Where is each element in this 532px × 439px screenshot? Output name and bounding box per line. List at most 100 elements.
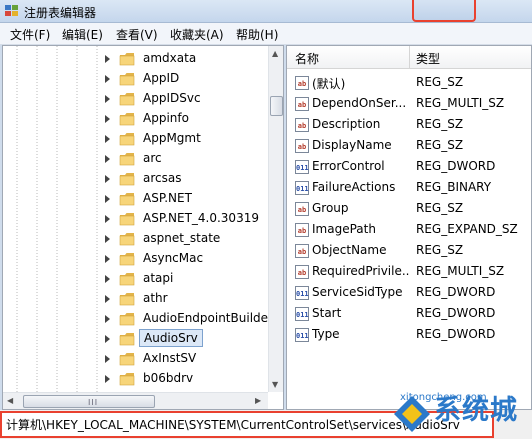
- expand-arrow-icon[interactable]: [105, 215, 110, 223]
- value-row[interactable]: ab Group REG_SZ: [287, 199, 531, 220]
- value-type: REG_SZ: [416, 201, 464, 215]
- string-value-icon: ab: [295, 76, 309, 90]
- value-name: (默认): [312, 77, 346, 91]
- tree-horizontal-scroll-thumb[interactable]: III: [23, 395, 155, 408]
- column-type-header[interactable]: 类型: [416, 50, 440, 67]
- expand-arrow-icon[interactable]: [105, 295, 110, 303]
- scroll-down-arrow-icon[interactable]: ▼: [272, 380, 278, 389]
- tree-item[interactable]: atapi: [105, 269, 275, 289]
- value-type: REG_SZ: [416, 117, 464, 131]
- window-control-button[interactable]: [412, 0, 476, 22]
- folder-icon: [119, 293, 135, 306]
- tree-item[interactable]: amdxata: [105, 49, 275, 69]
- tree-item-label: AppMgmt: [143, 131, 201, 145]
- value-name: RequiredPrivile...: [312, 264, 410, 278]
- tree-item[interactable]: arcsas: [105, 169, 275, 189]
- tree-item[interactable]: athr: [105, 289, 275, 309]
- expand-arrow-icon[interactable]: [105, 255, 110, 263]
- value-row[interactable]: ab DisplayName REG_SZ: [287, 136, 531, 157]
- tree-item[interactable]: AppIDSvc: [105, 89, 275, 109]
- value-name: ImagePath: [312, 222, 376, 236]
- value-row[interactable]: ab (默认) REG_SZ: [287, 73, 531, 94]
- value-row[interactable]: ab ImagePath REG_EXPAND_SZ: [287, 220, 531, 241]
- value-row[interactable]: ab DependOnSer... REG_MULTI_SZ: [287, 94, 531, 115]
- scroll-grip: III: [88, 398, 99, 407]
- column-name-header[interactable]: 名称: [295, 50, 319, 67]
- value-row[interactable]: 011 Type REG_DWORD: [287, 325, 531, 346]
- binary-value-icon: 011: [295, 328, 309, 342]
- expand-arrow-icon[interactable]: [105, 235, 110, 243]
- expand-arrow-icon[interactable]: [105, 175, 110, 183]
- tree-item[interactable]: aspnet_state: [105, 229, 275, 249]
- expand-arrow-icon[interactable]: [105, 115, 110, 123]
- tree-item[interactable]: AxInstSV: [105, 349, 275, 369]
- tree-item[interactable]: AsyncMac: [105, 249, 275, 269]
- menu-view[interactable]: 查看(V): [116, 26, 158, 43]
- folder-icon: [119, 213, 135, 226]
- menu-edit[interactable]: 编辑(E): [62, 26, 103, 43]
- expand-arrow-icon[interactable]: [105, 95, 110, 103]
- tree-item-label: Appinfo: [143, 111, 189, 125]
- tree-item-label: arcsas: [143, 171, 182, 185]
- tree-horizontal-scrollbar[interactable]: ◀ III ▶: [3, 392, 268, 409]
- tree-item[interactable]: AppID: [105, 69, 275, 89]
- value-row[interactable]: ab ObjectName REG_SZ: [287, 241, 531, 262]
- expand-arrow-icon[interactable]: [105, 275, 110, 283]
- folder-icon: [119, 73, 135, 86]
- scroll-up-arrow-icon[interactable]: ▲: [272, 49, 278, 58]
- tree-item[interactable]: AudioSrv: [105, 329, 275, 349]
- menu-file[interactable]: 文件(F): [10, 26, 50, 43]
- tree-item[interactable]: ASP.NET: [105, 189, 275, 209]
- binary-value-icon: 011: [295, 286, 309, 300]
- menu-help[interactable]: 帮助(H): [236, 26, 278, 43]
- key-tree-pane[interactable]: amdxata AppID AppIDSvc Appinfo AppMgmt arc arc…: [2, 45, 284, 410]
- value-row[interactable]: 011 Start REG_DWORD: [287, 304, 531, 325]
- expand-arrow-icon[interactable]: [105, 195, 110, 203]
- folder-icon: [119, 233, 135, 246]
- scroll-right-arrow-icon[interactable]: ▶: [255, 396, 261, 405]
- value-name: DependOnSer...: [312, 96, 407, 110]
- expand-arrow-icon[interactable]: [105, 55, 110, 63]
- tree-item[interactable]: b06bdrv: [105, 369, 275, 389]
- value-row[interactable]: 011 FailureActions REG_BINARY: [287, 178, 531, 199]
- value-row[interactable]: 011 ErrorControl REG_DWORD: [287, 157, 531, 178]
- scroll-left-arrow-icon[interactable]: ◀: [7, 396, 13, 405]
- value-type: REG_SZ: [416, 75, 464, 89]
- window-title: 注册表编辑器: [24, 6, 97, 20]
- tree-vertical-scroll-thumb[interactable]: [270, 96, 283, 116]
- tree-item-label: aspnet_state: [143, 231, 221, 245]
- value-type: REG_EXPAND_SZ: [416, 222, 518, 236]
- expand-arrow-icon[interactable]: [105, 315, 110, 323]
- value-name: DisplayName: [312, 138, 392, 152]
- value-row[interactable]: 011 ServiceSidType REG_DWORD: [287, 283, 531, 304]
- expand-arrow-icon[interactable]: [105, 375, 110, 383]
- menu-favorites[interactable]: 收藏夹(A): [170, 26, 224, 43]
- tree-item[interactable]: Appinfo: [105, 109, 275, 129]
- tree-item-label: atapi: [143, 271, 174, 285]
- expand-arrow-icon[interactable]: [105, 135, 110, 143]
- value-type: REG_DWORD: [416, 327, 496, 341]
- tree-vertical-scrollbar[interactable]: ▲ ▼: [268, 46, 283, 392]
- folder-icon: [119, 133, 135, 146]
- tree-item-label: athr: [143, 291, 168, 305]
- value-row[interactable]: ab Description REG_SZ: [287, 115, 531, 136]
- column-divider[interactable]: [409, 46, 410, 68]
- tree-item[interactable]: arc: [105, 149, 275, 169]
- tree-item-label: ASP.NET: [143, 191, 192, 205]
- expand-arrow-icon[interactable]: [105, 155, 110, 163]
- expand-arrow-icon[interactable]: [105, 75, 110, 83]
- value-name: Description: [312, 117, 381, 131]
- expand-arrow-icon[interactable]: [105, 335, 110, 343]
- tree-item[interactable]: AudioEndpointBuilde: [105, 309, 275, 329]
- expand-arrow-icon[interactable]: [105, 355, 110, 363]
- folder-icon: [119, 273, 135, 286]
- values-pane[interactable]: 名称 类型 ab (默认) REG_SZ ab DependOnSer... REG_MU…: [286, 45, 532, 410]
- tree-item[interactable]: AppMgmt: [105, 129, 275, 149]
- value-type: REG_MULTI_SZ: [416, 264, 505, 278]
- string-value-icon: ab: [295, 97, 309, 111]
- tree-item[interactable]: ASP.NET_4.0.30319: [105, 209, 275, 229]
- value-row[interactable]: ab RequiredPrivile... REG_MULTI_SZ: [287, 262, 531, 283]
- folder-icon: [119, 333, 135, 346]
- string-value-icon: ab: [295, 139, 309, 153]
- value-name: Group: [312, 201, 349, 215]
